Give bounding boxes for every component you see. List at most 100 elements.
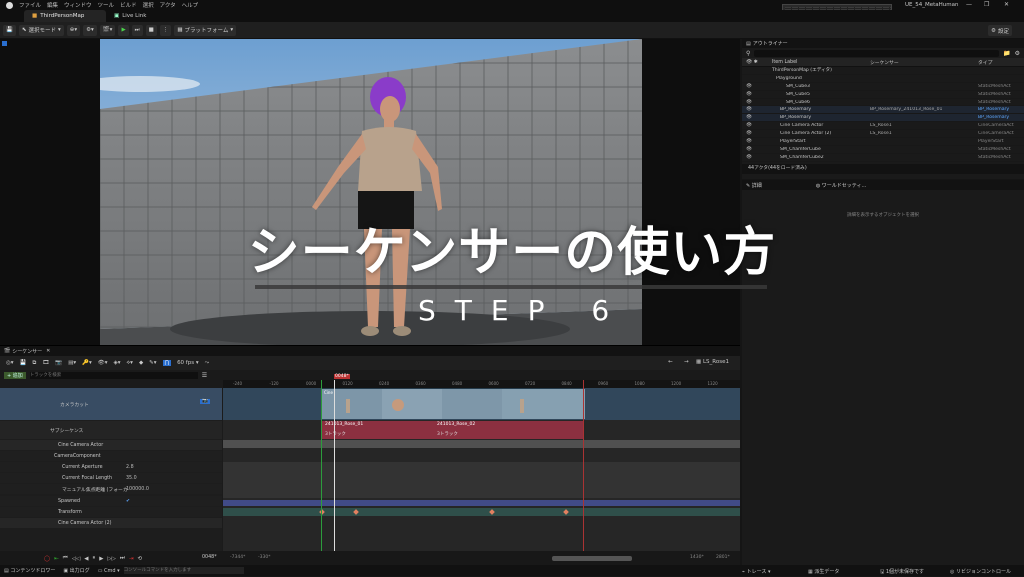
world-icon[interactable]: ◎▾ [6,360,14,366]
blueprint-button[interactable]: ⚙▾ [83,24,97,36]
current-frame-field[interactable]: 0048* [202,555,217,560]
menu-help[interactable]: ヘルプ [182,1,199,9]
visibility-eye-icon[interactable]: 👁 [742,147,780,152]
camera-cut-section[interactable]: Cine [321,388,585,419]
visibility-eye-icon[interactable]: 👁 [742,131,780,136]
start-marker-line[interactable] [321,380,322,551]
menu-window[interactable]: ウィンドウ [64,1,92,9]
outliner-row[interactable]: 👁 SM_ChamferCube StaticMeshAct [742,146,1024,154]
outliner-row[interactable]: 👁 SM_Cube3 StaticMeshAct [742,83,1024,91]
prev-key-icon[interactable]: ⏮ [63,555,68,562]
next-key-icon[interactable]: ⏭ [120,555,125,562]
outliner-search-input[interactable] [754,49,1000,57]
outliner-row[interactable]: 👁 SM_Cube6 StaticMeshAct [742,99,1024,107]
tab-close-icon[interactable]: ✕ [46,348,50,354]
content-drawer-button[interactable]: ▤ コンテンツドロワー [4,567,55,574]
maximize-icon[interactable]: ❐ [984,1,989,8]
console-input[interactable] [123,567,244,574]
pause-icon[interactable]: ⏸ [92,555,95,562]
track-row[interactable]: Cine Camera Actor [0,440,222,450]
outliner-row[interactable]: 👁 BP_Rosemary BP_Rosemary [742,114,1024,123]
app-logo-icon[interactable] [6,1,13,9]
outliner-row[interactable]: 👁 PlayerStart PlayerStart [742,138,1024,146]
timeline-scrollbar[interactable] [552,556,632,561]
visibility-eye-icon[interactable]: 👁 [742,123,780,128]
cinematics-button[interactable]: 🎬▾ [99,24,116,36]
stop-button[interactable]: ■ [145,24,157,36]
playback-icon[interactable]: ◈▾ [114,360,121,366]
revision-control-button[interactable]: ◎ リビジョンコントロール [950,568,1011,575]
outliner-settings-icon[interactable]: ⚙ [1015,50,1020,57]
column-sequencer[interactable]: シーケンサー [870,59,978,66]
world-settings-tab[interactable]: ◍ ワールドセッティ... [816,182,866,189]
timeline-ruler[interactable]: 0048* -240 -120 0000 0120 0240 0360 0480 0600 07… [223,374,740,388]
view-icon[interactable]: 👁▾ [98,360,108,366]
derived-data-button[interactable]: ▦ 派生データ [808,568,839,575]
working-start-field[interactable]: -330* [258,555,270,560]
visibility-eye-icon[interactable]: 👁 [742,139,780,144]
outliner-row[interactable]: Playground [742,75,1024,83]
view-start-field[interactable]: -7344* [230,555,245,560]
outliner-tab[interactable]: ▤ アウトライナー [742,39,1024,48]
filter-icon[interactable]: ▤▾ [68,360,76,366]
render-icon[interactable]: 🎞 [42,360,49,366]
next-frame-icon[interactable]: ▷▷ [107,556,115,562]
viewport-options-icon[interactable] [2,41,7,46]
track-value[interactable]: 100000.0 [126,487,149,492]
outliner-row[interactable]: 👁 SM_ChamferCube2 StaticMeshAct [742,154,1024,162]
jump-end-icon[interactable]: ⇥ [129,556,134,562]
play-button[interactable]: ▶ [118,24,129,36]
menu-file[interactable]: ファイル [19,1,41,9]
level-viewport[interactable] [0,39,740,345]
cmd-dropdown[interactable]: ▭ Cmd ▾ [98,568,120,574]
snap-toggle[interactable]: ⋂ [162,360,172,366]
column-item-label[interactable]: Item Label [772,60,870,65]
timeline-area[interactable]: Cine 241013_Rose_01 3トラック 241013_Rose_02… [223,380,740,551]
track-search-input[interactable] [29,371,198,379]
trace-button[interactable]: ⌁ トレース ▾ [742,568,770,575]
visibility-icon[interactable]: 👁 ✱ [742,60,772,65]
track-row[interactable]: カメラカット 📷 [0,388,222,420]
save-icon[interactable]: 💾 [20,360,27,366]
fps-dropdown[interactable]: 60 fps ▾ [177,360,199,366]
output-log-button[interactable]: ▣ 出力ログ [63,567,89,574]
record-icon[interactable]: ◯ [44,556,50,562]
track-row[interactable]: マニュアル焦点距離 (フォーカ 100000.0 [0,484,222,494]
keyframe-icon[interactable]: ◆ [139,360,143,366]
platform-button[interactable]: ▦ プラットフォーム ▾ [174,24,237,36]
track-value[interactable]: 35.0 [126,476,137,481]
step-button[interactable]: ⏭ [131,24,143,36]
subsequence-section[interactable]: 241013_Rose_01 3トラック 241013_Rose_02 3トラッ… [321,421,584,439]
prev-frame-icon[interactable]: ◁◁ [72,556,80,562]
forward-arrow-icon[interactable]: → [684,359,689,365]
track-row[interactable]: Transform [0,507,222,517]
outliner-row[interactable]: 👁 BP_Rosemary BP_Rosemary_241013_Rose_01 BP… [742,106,1024,115]
outliner-row[interactable]: ThirdPersonMap (エディタ) [742,67,1024,75]
camera-lock-icon[interactable]: 📷 [200,399,210,404]
end-marker-line[interactable] [583,380,584,551]
curve-editor-icon[interactable]: ⤳ [205,360,209,367]
playhead-line[interactable] [334,380,335,551]
minimize-icon[interactable]: — [966,1,972,8]
paint-icon[interactable]: ✎▾ [149,360,156,366]
visibility-eye-icon[interactable]: 👁 [742,100,786,105]
sequence-breadcrumb[interactable]: ▦ LS_Rose1 [696,359,729,365]
outliner-row[interactable]: 👁 SM_Cube5 StaticMeshAct [742,91,1024,99]
track-value[interactable]: 2.8 [126,465,134,470]
menu-actor[interactable]: アクタ [160,1,176,9]
tab-thirdpersonmap[interactable]: ■ ThirdPersonMap [24,10,106,22]
track-filter-icon[interactable]: ☰ [202,372,207,379]
back-arrow-icon[interactable]: ← [668,359,673,365]
visibility-eye-icon[interactable]: 👁 [742,107,780,112]
filter-icon[interactable]: ⚲ [746,50,750,57]
play-options-icon[interactable]: ⋮ [159,24,172,36]
track-row[interactable]: Current Aperture 2.8 [0,462,222,472]
find-icon[interactable]: ⧉ [32,360,36,367]
menu-build[interactable]: ビルド [120,1,137,9]
select-mode-button[interactable]: ⬉ 選択モード ▾ [18,24,64,36]
tab-live-link[interactable]: ▣ Live Link [106,10,154,22]
add-folder-icon[interactable]: 📁 [1003,50,1010,57]
track-row[interactable]: CameraComponent [0,451,222,461]
camera-icon[interactable]: 📷 [55,360,62,366]
working-end-field[interactable]: 1430* [690,555,704,560]
